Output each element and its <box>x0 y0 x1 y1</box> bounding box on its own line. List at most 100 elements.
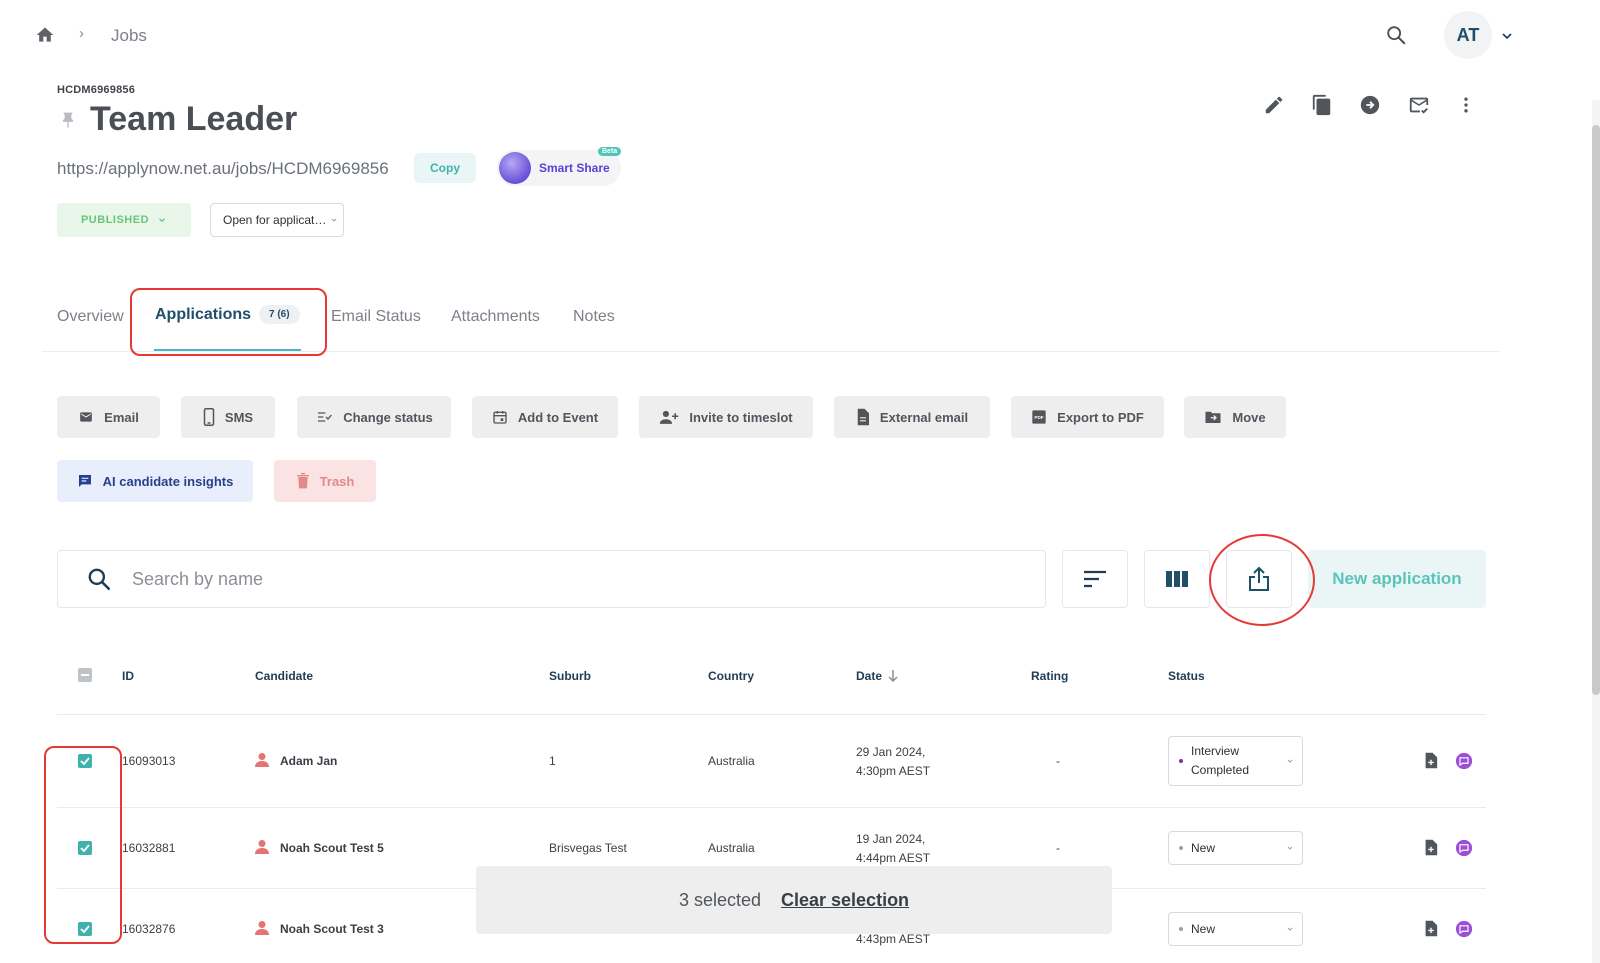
document-icon <box>856 408 870 426</box>
edit-icon[interactable] <box>1263 94 1285 116</box>
cell-country: Australia <box>708 754 755 768</box>
cell-date-line2: 4:30pm AEST <box>856 764 931 778</box>
selection-bar: 3 selected Clear selection <box>476 866 1112 934</box>
search-input[interactable]: Search by name <box>57 550 1046 608</box>
column-header-date[interactable]: Date <box>856 669 898 683</box>
chevron-down-icon <box>1286 925 1294 933</box>
open-status-select[interactable]: Open for applicat… <box>210 203 344 237</box>
clear-selection-link[interactable]: Clear selection <box>781 890 909 911</box>
more-vertical-icon[interactable] <box>1456 94 1476 116</box>
email-button-label: Email <box>104 409 139 425</box>
export-pdf-label: Export to PDF <box>1057 409 1144 425</box>
breadcrumb-jobs[interactable]: Jobs <box>111 26 147 46</box>
column-header-status[interactable]: Status <box>1168 669 1205 683</box>
email-button[interactable]: Email <box>57 396 160 438</box>
new-application-button[interactable]: New application <box>1308 550 1486 608</box>
chevron-down-icon[interactable] <box>1499 28 1515 44</box>
cell-candidate[interactable]: Noah Scout Test 3 <box>280 922 384 936</box>
pdf-icon: PDF <box>1031 409 1047 425</box>
search-icon <box>86 566 112 592</box>
calendar-icon <box>492 409 508 425</box>
tab-email-status[interactable]: Email Status <box>331 308 421 326</box>
forward-circle-icon[interactable] <box>1359 94 1381 116</box>
cell-id: 16032876 <box>122 922 176 936</box>
copy-url-button[interactable]: Copy <box>414 153 476 183</box>
duplicate-icon[interactable] <box>1311 93 1333 117</box>
mail-icon <box>78 410 94 424</box>
row-divider <box>57 807 1486 808</box>
cell-candidate[interactable]: Noah Scout Test 5 <box>280 841 384 855</box>
row-status-dropdown[interactable]: New <box>1168 912 1303 946</box>
cell-suburb: Brisvegas Test <box>549 841 627 855</box>
folder-move-icon <box>1204 409 1222 425</box>
row-status-dropdown[interactable]: Interview Completed <box>1168 736 1303 786</box>
sort-button[interactable] <box>1062 550 1128 608</box>
publish-status-dropdown[interactable]: PUBLISHED <box>57 203 191 237</box>
cell-suburb: 1 <box>549 754 556 768</box>
cell-date-line1: 29 Jan 2024, <box>856 745 926 759</box>
tab-notes[interactable]: Notes <box>573 308 615 326</box>
status-label-line2: Completed <box>1191 763 1250 777</box>
add-note-icon[interactable] <box>1424 752 1438 769</box>
smart-share-avatar-icon <box>499 152 531 184</box>
sms-button[interactable]: SMS <box>181 396 275 438</box>
message-icon[interactable] <box>1455 752 1473 770</box>
add-to-event-button[interactable]: Add to Event <box>472 396 618 438</box>
trash-icon <box>296 473 310 489</box>
publish-status-label: PUBLISHED <box>80 214 150 226</box>
status-label-line1: New <box>1191 841 1216 855</box>
column-header-candidate[interactable]: Candidate <box>255 669 313 683</box>
svg-text:PDF: PDF <box>1035 415 1044 420</box>
job-url: https://applynow.net.au/jobs/HCDM6969856 <box>57 159 389 178</box>
move-button[interactable]: Move <box>1184 396 1286 438</box>
column-header-suburb[interactable]: Suburb <box>549 669 591 683</box>
smart-share-label: Smart Share <box>539 161 610 175</box>
column-header-id[interactable]: ID <box>122 669 134 683</box>
column-header-country[interactable]: Country <box>708 669 754 683</box>
change-status-button[interactable]: Change status <box>297 396 451 438</box>
cell-date-line1: 19 Jan 2024, <box>856 832 926 846</box>
tab-overview[interactable]: Overview <box>57 308 124 326</box>
select-all-checkbox[interactable] <box>78 668 92 682</box>
checkbox-column-highlight <box>44 746 122 944</box>
ai-insights-label: AI candidate insights <box>102 473 234 489</box>
status-dot <box>1179 759 1183 763</box>
status-label-line1: Interview <box>1191 744 1240 758</box>
applications-tab-highlight <box>130 288 327 356</box>
mail-check-icon[interactable] <box>1407 94 1431 116</box>
scrollbar-thumb[interactable] <box>1592 125 1600 695</box>
invite-timeslot-button[interactable]: Invite to timeslot <box>639 396 813 438</box>
add-note-icon[interactable] <box>1424 920 1438 937</box>
search-icon[interactable] <box>1385 24 1407 46</box>
ai-candidate-insights-button[interactable]: AI candidate insights <box>57 460 253 502</box>
external-email-button[interactable]: External email <box>834 396 990 438</box>
columns-button[interactable] <box>1144 550 1210 608</box>
column-header-rating[interactable]: Rating <box>1031 669 1068 683</box>
chat-icon <box>77 473 93 489</box>
page-title: Team Leader <box>90 100 298 138</box>
pin-icon[interactable] <box>58 110 78 132</box>
search-placeholder: Search by name <box>132 568 264 589</box>
person-icon <box>255 839 269 855</box>
open-status-label: Open for applicat… <box>223 213 327 227</box>
row-status-dropdown[interactable]: New <box>1168 831 1303 865</box>
table-header-divider <box>57 714 1486 715</box>
message-icon[interactable] <box>1455 839 1473 857</box>
home-icon[interactable] <box>35 25 55 45</box>
person-icon <box>255 752 269 768</box>
export-button-highlight <box>1209 534 1315 626</box>
checklist-icon <box>315 409 333 425</box>
cell-id: 16032881 <box>122 841 176 855</box>
add-note-icon[interactable] <box>1424 839 1438 856</box>
sort-icon <box>1083 570 1107 588</box>
tab-attachments[interactable]: Attachments <box>451 308 540 326</box>
trash-button[interactable]: Trash <box>274 460 376 502</box>
avatar[interactable]: AT <box>1444 11 1492 59</box>
cell-candidate[interactable]: Adam Jan <box>280 754 337 768</box>
chevron-down-icon <box>1286 757 1294 765</box>
cell-country: Australia <box>708 841 755 855</box>
export-pdf-button[interactable]: PDF Export to PDF <box>1011 396 1164 438</box>
message-icon[interactable] <box>1455 920 1473 938</box>
status-label-line1: New <box>1191 922 1216 936</box>
trash-button-label: Trash <box>319 473 355 489</box>
